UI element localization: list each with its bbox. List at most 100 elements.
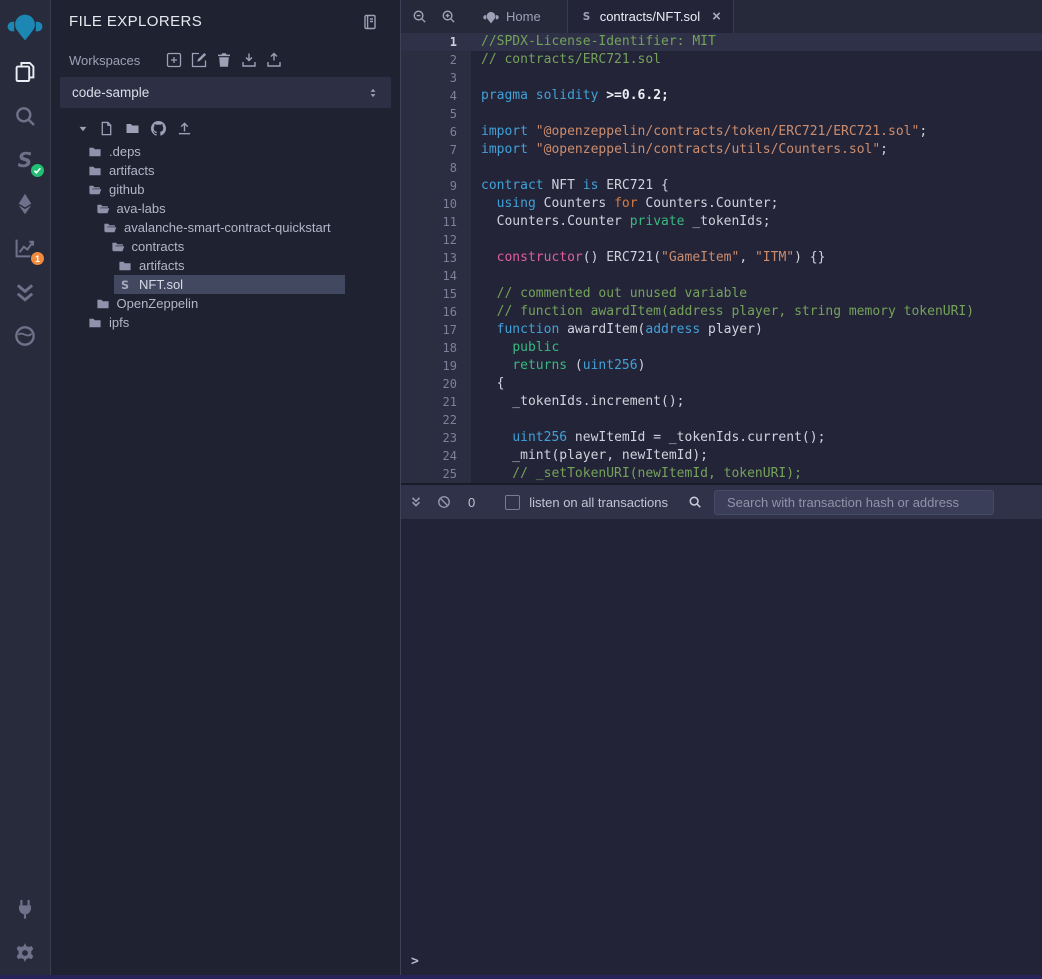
remix-logo-icon[interactable] (7, 6, 43, 46)
line-number[interactable]: 23 (401, 429, 471, 447)
listen-transactions-label[interactable]: listen on all transactions (529, 495, 668, 510)
restore-workspace-button[interactable] (266, 52, 282, 68)
sidebar-analysis-button[interactable]: 1 (11, 234, 39, 262)
publish-files-button[interactable] (177, 121, 192, 136)
sidebar-plugin-manager-button[interactable] (11, 895, 39, 923)
code-token: constructor (497, 250, 583, 265)
tree-item[interactable]: contracts (51, 237, 400, 256)
line-number[interactable]: 17 (401, 321, 471, 339)
code-line[interactable]: 16 // function awardItem(address player,… (401, 303, 1042, 321)
code-line[interactable]: 24 _mint(player, newItemId); (401, 447, 1042, 465)
line-number[interactable]: 4 (401, 87, 471, 105)
sidebar-solidity-compiler-button[interactable]: S (11, 146, 39, 174)
code-line[interactable]: 15 // commented out unused variable (401, 285, 1042, 303)
line-number[interactable]: 15 (401, 285, 471, 303)
line-number[interactable]: 25 (401, 465, 471, 483)
tree-item[interactable]: ipfs (51, 313, 400, 332)
tab-home[interactable]: Home (471, 0, 553, 33)
tree-item[interactable]: OpenZeppelin (51, 294, 400, 313)
tree-item[interactable]: ava-labs (51, 199, 400, 218)
sidebar-deploy-run-button[interactable] (11, 190, 39, 218)
code-line[interactable]: 14 (401, 267, 1042, 285)
line-number[interactable]: 8 (401, 159, 471, 177)
code-line[interactable]: 25 // _setTokenURI(newItemId, tokenURI); (401, 465, 1042, 483)
clone-github-button[interactable] (151, 121, 166, 136)
book-icon[interactable] (362, 14, 378, 30)
code-line[interactable]: 18 public (401, 339, 1042, 357)
sidebar-settings-button[interactable] (11, 939, 39, 967)
clear-console-button[interactable] (437, 495, 451, 509)
line-number[interactable]: 24 (401, 447, 471, 465)
code-line[interactable]: 4pragma solidity >=0.6.2; (401, 87, 1042, 105)
line-number[interactable]: 6 (401, 123, 471, 141)
code-line[interactable]: 23 uint256 newItemId = _tokenIds.current… (401, 429, 1042, 447)
line-number[interactable]: 14 (401, 267, 471, 285)
delete-workspace-button[interactable] (216, 52, 232, 68)
code-line[interactable]: 1//SPDX-License-Identifier: MIT (401, 33, 1042, 51)
line-number[interactable]: 16 (401, 303, 471, 321)
tree-item[interactable]: SNFT.sol (51, 275, 400, 294)
tree-item[interactable]: .deps (51, 142, 400, 161)
folder-closed-icon (118, 259, 132, 273)
tree-item[interactable]: artifacts (51, 256, 400, 275)
line-number[interactable]: 22 (401, 411, 471, 429)
tree-item[interactable]: avalanche-smart-contract-quickstart (51, 218, 400, 237)
line-number[interactable]: 12 (401, 231, 471, 249)
code-line[interactable]: 6import "@openzeppelin/contracts/token/E… (401, 123, 1042, 141)
code-line[interactable]: 20 { (401, 375, 1042, 393)
create-workspace-button[interactable] (166, 52, 182, 68)
transaction-search-input[interactable] (714, 490, 994, 515)
sidebar-unit-testing-button[interactable] (11, 278, 39, 306)
code-line[interactable]: 8 (401, 159, 1042, 177)
workspace-select[interactable]: code-sample (60, 77, 391, 108)
collapse-tree-button[interactable] (78, 124, 88, 134)
rename-workspace-button[interactable] (191, 52, 207, 68)
expand-terminal-button[interactable] (409, 495, 423, 509)
code-line[interactable]: 19 returns (uint256) (401, 357, 1042, 375)
tree-item[interactable]: artifacts (51, 161, 400, 180)
line-number[interactable]: 5 (401, 105, 471, 123)
circle-swirl-icon (13, 324, 37, 348)
tree-item[interactable]: github (51, 180, 400, 199)
code-line[interactable]: 5 (401, 105, 1042, 123)
code-line[interactable]: 2// contracts/ERC721.sol (401, 51, 1042, 69)
code-token (481, 358, 512, 373)
code-line[interactable]: 11 Counters.Counter private _tokenIds; (401, 213, 1042, 231)
code-line[interactable]: 22 (401, 411, 1042, 429)
create-file-button[interactable] (99, 121, 114, 136)
code-line[interactable]: 12 (401, 231, 1042, 249)
line-number[interactable]: 10 (401, 195, 471, 213)
tab-nft-sol[interactable]: S contracts/NFT.sol × (567, 0, 734, 33)
code-line[interactable]: 7import "@openzeppelin/contracts/utils/C… (401, 141, 1042, 159)
line-number[interactable]: 11 (401, 213, 471, 231)
code-line[interactable]: 9contract NFT is ERC721 { (401, 177, 1042, 195)
code-token: contract (481, 178, 544, 193)
zoom-out-button[interactable] (405, 0, 434, 33)
line-number[interactable]: 18 (401, 339, 471, 357)
close-tab-icon[interactable]: × (712, 9, 721, 24)
line-number[interactable]: 21 (401, 393, 471, 411)
sidebar-search-button[interactable] (11, 102, 39, 130)
sidebar-plugin-circle-button[interactable] (11, 322, 39, 350)
line-number[interactable]: 2 (401, 51, 471, 69)
code-line[interactable]: 3 (401, 69, 1042, 87)
code-line[interactable]: 17 function awardItem(address player) (401, 321, 1042, 339)
code-line[interactable]: 13 constructor() ERC721("GameItem", "ITM… (401, 249, 1042, 267)
line-number[interactable]: 7 (401, 141, 471, 159)
create-folder-button[interactable] (125, 121, 140, 136)
terminal-output[interactable]: > (401, 519, 1042, 979)
line-number[interactable]: 9 (401, 177, 471, 195)
line-number[interactable]: 19 (401, 357, 471, 375)
zoom-in-button[interactable] (434, 0, 463, 33)
line-number[interactable]: 20 (401, 375, 471, 393)
download-workspaces-button[interactable] (241, 52, 257, 68)
line-number[interactable]: 3 (401, 69, 471, 87)
updown-caret-icon (367, 87, 379, 99)
listen-transactions-checkbox[interactable] (505, 495, 520, 510)
code-line[interactable]: 21 _tokenIds.increment(); (401, 393, 1042, 411)
line-number[interactable]: 13 (401, 249, 471, 267)
code-token: uint256 (583, 358, 638, 373)
sidebar-file-explorer-button[interactable] (11, 58, 39, 86)
code-line[interactable]: 10 using Counters for Counters.Counter; (401, 195, 1042, 213)
line-number[interactable]: 1 (401, 33, 471, 51)
